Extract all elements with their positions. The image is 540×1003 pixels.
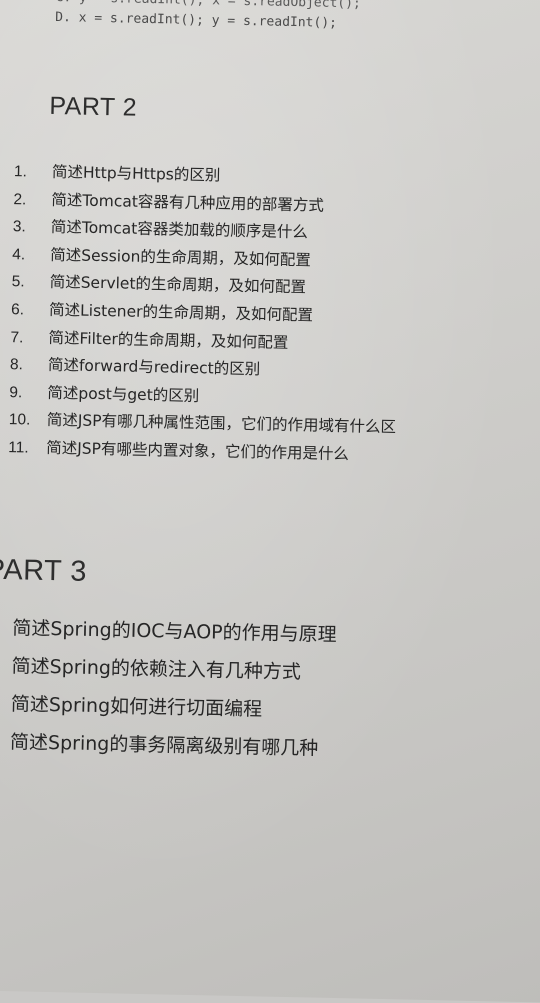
- item-text: 简述Http与Https的区别: [51, 162, 221, 185]
- lighting-shade: [0, 0, 540, 1003]
- item-text: 简述post与get的区别: [47, 383, 200, 405]
- item-text: 简述Spring的事务隔离级别有哪几种: [9, 731, 319, 760]
- part3-question-list: 1.简述Spring的IOC与AOP的作用与原理 2.简述Spring的依赖注入…: [0, 612, 337, 772]
- document-page: C. y = s.readInt(); x = s.readObject(); …: [0, 0, 540, 1003]
- item-number: 1.: [13, 163, 28, 181]
- code-line-d: D. x = s.readInt(); y = s.readInt();: [55, 10, 338, 31]
- item-number: 11.: [8, 439, 29, 457]
- item-number: 4.: [0, 731, 10, 754]
- item-text: 简述Spring的依赖注入有几种方式: [11, 655, 302, 684]
- item-text: 简述Spring如何进行切面编程: [10, 693, 263, 721]
- item-number: 2.: [13, 190, 27, 209]
- part3-title: PART 3: [0, 553, 88, 588]
- part2-question-list: 1. 简述Http与Https的区别 2. 简述Tomcat容器有几种应用的部署方式…: [8, 159, 402, 471]
- item-text: 简述Filter的生命周期，及如何配置: [48, 328, 289, 352]
- item-text: 简述forward与redirect的区别: [47, 356, 261, 379]
- item-number: 6.: [10, 301, 25, 319]
- item-text: 简述Tomcat容器类加载的顺序是什么: [50, 218, 308, 242]
- item-number: 10.: [8, 411, 31, 429]
- item-number: 3.: [12, 218, 26, 236]
- list-item: 4.简述Spring的事务隔离级别有哪几种: [0, 726, 335, 772]
- part2-title: PART 2: [49, 91, 138, 122]
- item-text: 简述Listener的生命周期，及如何配置: [48, 300, 314, 325]
- item-number: 8.: [9, 356, 24, 374]
- item-text: 简述Spring的IOC与AOP的作用与原理: [12, 617, 337, 647]
- code-line-c: C. y = s.readInt(); x = s.readObject();: [55, 0, 361, 12]
- item-number: 3.: [0, 693, 11, 716]
- item-text: 简述Tomcat容器有几种应用的部署方式: [51, 190, 325, 215]
- item-text: 简述Servlet的生命周期，及如何配置: [49, 273, 307, 297]
- item-text: 简述Session的生命周期，及如何配置: [50, 245, 312, 270]
- item-number: 4.: [12, 245, 26, 264]
- item-number: 7.: [10, 328, 24, 346]
- item-number: 5.: [11, 273, 25, 291]
- item-number: 2.: [0, 655, 12, 678]
- item-number: 1.: [0, 617, 13, 640]
- item-number: 9.: [9, 383, 23, 402]
